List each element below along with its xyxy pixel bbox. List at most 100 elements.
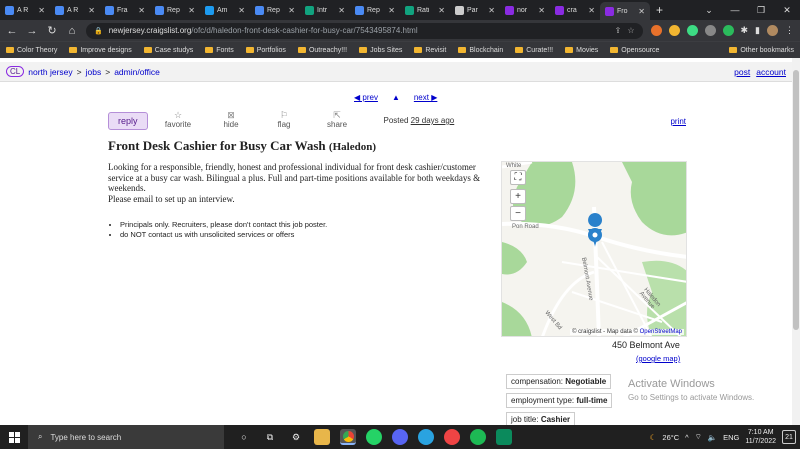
browser-tab[interactable]: A R ✕ bbox=[0, 2, 50, 18]
map[interactable]: ⛶ + − White Pon Road Belmont Avenue Hale… bbox=[501, 161, 687, 337]
minimize-button[interactable]: — bbox=[722, 5, 748, 15]
browser-tab[interactable]: Rep ✕ bbox=[250, 2, 300, 18]
close-tab-icon[interactable]: ✕ bbox=[288, 6, 295, 15]
browser-tab[interactable]: nor ✕ bbox=[500, 2, 550, 18]
bookmark-folder[interactable]: Case studys bbox=[143, 47, 193, 54]
extension-icon[interactable] bbox=[722, 25, 734, 36]
new-tab-button[interactable]: + bbox=[650, 3, 669, 17]
google-map-link[interactable]: (google map) bbox=[636, 354, 680, 363]
language-indicator[interactable]: ENG bbox=[723, 433, 739, 442]
next-link[interactable]: next ▶ bbox=[414, 93, 438, 102]
network-icon[interactable]: ⌔ bbox=[695, 432, 702, 442]
tab-search-icon[interactable]: ⌄ bbox=[696, 5, 722, 16]
reload-button[interactable]: ↻ bbox=[46, 24, 58, 37]
breadcrumb-category[interactable]: admin/office bbox=[114, 67, 160, 77]
close-tab-icon[interactable]: ✕ bbox=[638, 7, 645, 16]
avatar[interactable] bbox=[767, 25, 778, 36]
bookmark-folder[interactable]: Movies bbox=[565, 47, 598, 54]
address-bar[interactable]: 🔒 newjersey.craigslist.org/ofc/d/haledon… bbox=[86, 22, 643, 39]
bookmark-folder[interactable]: Improve designs bbox=[69, 47, 132, 54]
extension-icon[interactable] bbox=[686, 25, 698, 36]
home-button[interactable]: ⌂ bbox=[66, 25, 78, 37]
close-tab-icon[interactable]: ✕ bbox=[88, 6, 95, 15]
share-page-icon[interactable]: ⇪ bbox=[615, 26, 622, 35]
whatsapp-icon[interactable] bbox=[366, 429, 382, 445]
browser-tab[interactable]: A R ✕ bbox=[50, 2, 100, 18]
browser-tab[interactable]: cra ✕ bbox=[550, 2, 600, 18]
menu-kebab-icon[interactable]: ⋮ bbox=[785, 25, 794, 36]
volume-icon[interactable]: 🔈 bbox=[708, 433, 717, 442]
zoom-out-button[interactable]: − bbox=[510, 206, 526, 221]
close-tab-icon[interactable]: ✕ bbox=[538, 6, 545, 15]
bookmark-folder[interactable]: Outreachy!!! bbox=[297, 47, 347, 54]
hide-button[interactable]: ⊠ hide bbox=[209, 110, 254, 129]
browser-tab[interactable]: Fro ✕ bbox=[600, 2, 650, 20]
app-icon[interactable] bbox=[444, 429, 460, 445]
bookmark-folder[interactable]: Color Theory bbox=[6, 47, 57, 54]
fullscreen-button[interactable]: ⛶ bbox=[510, 170, 526, 185]
close-tab-icon[interactable]: ✕ bbox=[238, 6, 245, 15]
clock[interactable]: 7:10 AM 11/7/2022 bbox=[745, 428, 776, 446]
app-icon[interactable] bbox=[496, 429, 512, 445]
extension-icon[interactable] bbox=[650, 25, 662, 36]
weather-icon[interactable]: ☾ bbox=[650, 433, 657, 442]
settings-icon[interactable]: ⚙ bbox=[288, 429, 304, 445]
extension-icon[interactable] bbox=[704, 25, 716, 36]
bookmark-folder[interactable]: Curate!!! bbox=[515, 47, 553, 54]
close-tab-icon[interactable]: ✕ bbox=[588, 6, 595, 15]
forward-button[interactable]: → bbox=[26, 25, 38, 37]
osm-link[interactable]: OpenStreetMap bbox=[640, 329, 682, 335]
close-tab-icon[interactable]: ✕ bbox=[488, 6, 495, 15]
close-tab-icon[interactable]: ✕ bbox=[338, 6, 345, 15]
back-button[interactable]: ← bbox=[6, 25, 18, 37]
discord-icon[interactable] bbox=[392, 429, 408, 445]
puzzle-icon[interactable]: ✱ bbox=[741, 25, 749, 36]
lock-icon[interactable]: 🔒 bbox=[94, 27, 103, 35]
close-tab-icon[interactable]: ✕ bbox=[38, 6, 45, 15]
close-tab-icon[interactable]: ✕ bbox=[138, 6, 145, 15]
craigslist-logo[interactable]: CL bbox=[6, 66, 25, 77]
bookmark-star-icon[interactable]: ☆ bbox=[627, 26, 634, 35]
flag-button[interactable]: ⚐ flag bbox=[262, 110, 307, 129]
share-button[interactable]: ⇱ share bbox=[315, 110, 360, 129]
other-bookmarks[interactable]: Other bookmarks bbox=[729, 47, 794, 54]
print-link[interactable]: print bbox=[670, 117, 686, 126]
start-button[interactable] bbox=[0, 431, 28, 443]
browser-tab[interactable]: Intr ✕ bbox=[300, 2, 350, 18]
telegram-icon[interactable] bbox=[418, 429, 434, 445]
close-tab-icon[interactable]: ✕ bbox=[188, 6, 195, 15]
sidebar-icon[interactable]: ▮ bbox=[755, 25, 760, 36]
notification-center-button[interactable]: 21 bbox=[782, 430, 796, 444]
browser-tab[interactable]: Rati ✕ bbox=[400, 2, 450, 18]
close-window-button[interactable]: ✕ bbox=[774, 5, 800, 16]
zoom-in-button[interactable]: + bbox=[510, 189, 526, 204]
chrome-icon[interactable] bbox=[340, 429, 356, 445]
cortana-icon[interactable]: ○ bbox=[236, 429, 252, 445]
close-tab-icon[interactable]: ✕ bbox=[388, 6, 395, 15]
post-link[interactable]: post bbox=[734, 67, 750, 77]
task-view-icon[interactable]: ⧉ bbox=[262, 429, 278, 445]
browser-tab[interactable]: Fra ✕ bbox=[100, 2, 150, 18]
browser-tab[interactable]: Rep ✕ bbox=[150, 2, 200, 18]
up-link[interactable]: ▲ bbox=[392, 93, 400, 102]
browser-tab[interactable]: Par ✕ bbox=[450, 2, 500, 18]
breadcrumb-site[interactable]: north jersey bbox=[28, 67, 72, 77]
scrollbar-thumb[interactable] bbox=[793, 70, 799, 330]
bookmark-folder[interactable]: Opensource bbox=[610, 47, 659, 54]
spotify-icon[interactable] bbox=[470, 429, 486, 445]
bookmark-folder[interactable]: Revisit bbox=[414, 47, 446, 54]
account-link[interactable]: account bbox=[756, 67, 786, 77]
file-explorer-icon[interactable] bbox=[314, 429, 330, 445]
favorite-button[interactable]: ☆ favorite bbox=[156, 110, 201, 129]
prev-link[interactable]: ◀ prev bbox=[354, 93, 378, 102]
close-tab-icon[interactable]: ✕ bbox=[438, 6, 445, 15]
browser-tab[interactable]: Am ✕ bbox=[200, 2, 250, 18]
tray-chevron-icon[interactable]: ^ bbox=[685, 433, 689, 442]
page-scrollbar[interactable] bbox=[792, 58, 800, 425]
bookmark-folder[interactable]: Fonts bbox=[205, 47, 234, 54]
weather-temp[interactable]: 26°C bbox=[662, 433, 679, 442]
extension-icon[interactable] bbox=[668, 25, 680, 36]
bookmark-folder[interactable]: Portfolios bbox=[245, 47, 286, 54]
taskbar-search[interactable]: ⌕ Type here to search bbox=[28, 425, 224, 449]
bookmark-folder[interactable]: Blockchain bbox=[458, 47, 503, 54]
